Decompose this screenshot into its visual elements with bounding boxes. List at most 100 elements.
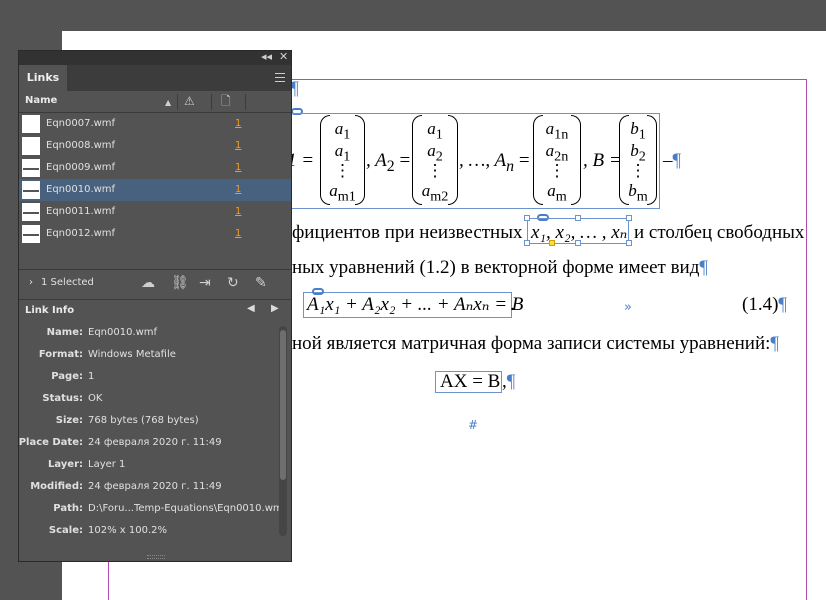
info-value: 768 bytes (768 bytes) — [88, 415, 199, 426]
an-label: , …, An = — [459, 150, 530, 175]
info-label: Format: — [38, 349, 83, 360]
next-link-icon[interactable]: ▶ — [271, 303, 279, 314]
info-label: Scale: — [48, 525, 83, 536]
file-row[interactable]: Eqn0010.wmf 1 — [19, 179, 291, 201]
scrollbar-thumb[interactable] — [280, 330, 286, 480]
panel-tab-bar: Links — [19, 65, 291, 91]
info-value: OK — [88, 393, 103, 404]
matrix-eq-tail: –¶ — [663, 150, 682, 171]
column-name-header[interactable]: Name — [25, 95, 57, 106]
previous-link-icon[interactable]: ◀ — [247, 303, 255, 314]
info-label: Status: — [42, 393, 83, 404]
link-info-header: Link Info ◀ ▶ — [19, 299, 291, 321]
matrix-an: a1n a2n ⋮ am — [533, 115, 581, 205]
file-row[interactable]: Eqn0008.wmf 1 — [19, 135, 291, 157]
warning-column-icon[interactable]: ⚠ — [184, 94, 195, 108]
file-name: Eqn0011.wmf — [46, 206, 116, 217]
matrix-a1: a1 a1 ⋮ am1 — [320, 115, 365, 205]
info-label: Place Date: — [18, 437, 83, 448]
info-value: 1 — [88, 371, 95, 382]
tab-links[interactable]: Links — [19, 65, 67, 91]
file-name: Eqn0008.wmf — [46, 140, 116, 151]
panel-title-bar[interactable]: ◂◂ ✕ — [19, 50, 291, 65]
update-link-icon[interactable]: ↻ — [227, 274, 239, 292]
links-toolbar: › 1 Selected ☁ ⛓ ⇥ ↻ ✎ — [19, 269, 291, 297]
resize-grip[interactable] — [147, 555, 165, 559]
info-row: Name: Eqn0010.wmf — [19, 323, 291, 345]
link-info-body: Name: Eqn0010.wmf Format: Windows Metafile P… — [19, 323, 291, 543]
page-link[interactable]: 1 — [235, 184, 241, 195]
anchor-marker: # — [468, 418, 479, 432]
info-label: Path: — [53, 503, 83, 514]
matrix-b: b1 b2 ⋮ bm — [619, 115, 657, 205]
eq-1-4-label: (1.4)¶ — [742, 294, 788, 315]
file-name: Eqn0010.wmf — [46, 184, 116, 195]
file-row[interactable]: Eqn0012.wmf 1 — [19, 223, 291, 245]
file-thumbnail — [22, 225, 40, 243]
close-panel-icon[interactable]: ✕ — [279, 50, 288, 64]
file-thumbnail — [22, 115, 40, 133]
info-row: Format: Windows Metafile — [19, 345, 291, 367]
links-panel[interactable]: ◂◂ ✕ Links Name ▲ ⚠ 🗋 Eqn0007.wmf 1 Eqn000… — [18, 50, 292, 562]
selected-count: › 1 Selected — [29, 277, 94, 288]
line2-suffix: и столбец свободных — [634, 222, 805, 243]
matrix-form-equation: AX = B — [440, 371, 501, 392]
handle-icon — [575, 215, 581, 221]
matrix-form-tail: ,¶ — [502, 371, 516, 392]
page-link[interactable]: 1 — [235, 228, 241, 239]
info-value: D:\Foru...Temp-Equations\Eqn0010.wmf — [88, 503, 287, 514]
go-to-link-icon[interactable]: ⇥ — [199, 274, 211, 292]
file-row[interactable]: Eqn0011.wmf 1 — [19, 201, 291, 223]
handle-icon — [626, 215, 632, 221]
file-name: Eqn0007.wmf — [46, 118, 116, 129]
relink-icon[interactable]: ⛓ — [171, 274, 189, 292]
info-value: 102% x 100.2% — [88, 525, 167, 536]
edit-original-icon[interactable]: ✎ — [255, 274, 267, 292]
page-column-icon[interactable]: 🗋 — [221, 94, 231, 108]
file-thumbnail — [22, 159, 40, 177]
handle-icon — [524, 240, 530, 246]
info-row: Path: D:\Foru...Temp-Equations\Eqn0010.wm… — [19, 499, 291, 521]
info-value: Eqn0010.wmf — [88, 327, 158, 338]
margin-guide-right — [806, 79, 807, 600]
a2-label: , A2 = — [366, 150, 411, 175]
info-label: Name: — [46, 327, 83, 338]
info-label: Page: — [51, 371, 83, 382]
info-row: Scale: 102% x 100.2% — [19, 521, 291, 543]
handle-icon — [524, 215, 530, 221]
file-thumbnail — [22, 203, 40, 221]
info-value: 24 февраля 2020 г. 11:49 — [88, 481, 222, 492]
page-link[interactable]: 1 — [235, 118, 241, 129]
line5-text: ной является матричная форма записи сист… — [292, 333, 780, 354]
info-scrollbar[interactable] — [279, 326, 287, 536]
matrix-a2: a1 a2 ⋮ am2 — [412, 115, 458, 205]
column-header: Name ▲ ⚠ 🗋 — [19, 91, 291, 113]
line3-text: ных уравнений (1.2) в векторной форме им… — [292, 257, 708, 278]
page-link[interactable]: 1 — [235, 206, 241, 217]
info-label: Layer: — [47, 459, 83, 470]
info-label: Modified: — [30, 481, 83, 492]
links-file-list: Eqn0007.wmf 1 Eqn0008.wmf 1 Eqn0009.wmf 1 Eqn0… — [19, 113, 291, 245]
file-row[interactable]: Eqn0007.wmf 1 — [19, 113, 291, 135]
file-name: Eqn0009.wmf — [46, 162, 116, 173]
info-row: Status: OK — [19, 389, 291, 411]
file-name: Eqn0012.wmf — [46, 228, 116, 239]
panel-menu-icon[interactable] — [275, 73, 285, 82]
collapse-panel-icon[interactable]: ◂◂ — [261, 50, 272, 64]
vector-equation: A₁x₁ + A₂x₂ + ... + Aₙxₙ = B — [307, 294, 524, 315]
page-link[interactable]: 1 — [235, 140, 241, 151]
tab-marker: » — [624, 300, 632, 315]
sort-ascending-icon[interactable]: ▲ — [165, 96, 171, 110]
page-link[interactable]: 1 — [235, 162, 241, 173]
info-value: Windows Metafile — [88, 349, 176, 360]
info-label: Size: — [55, 415, 83, 426]
link-info-title[interactable]: Link Info — [25, 305, 74, 316]
info-row: Layer: Layer 1 — [19, 455, 291, 477]
cloud-link-icon[interactable]: ☁ — [141, 274, 155, 292]
file-thumbnail — [22, 137, 40, 155]
info-row: Place Date: 24 февраля 2020 г. 11:49 — [19, 433, 291, 455]
info-value: Layer 1 — [88, 459, 126, 470]
file-thumbnail — [22, 181, 40, 199]
info-row: Size: 768 bytes (768 bytes) — [19, 411, 291, 433]
file-row[interactable]: Eqn0009.wmf 1 — [19, 157, 291, 179]
